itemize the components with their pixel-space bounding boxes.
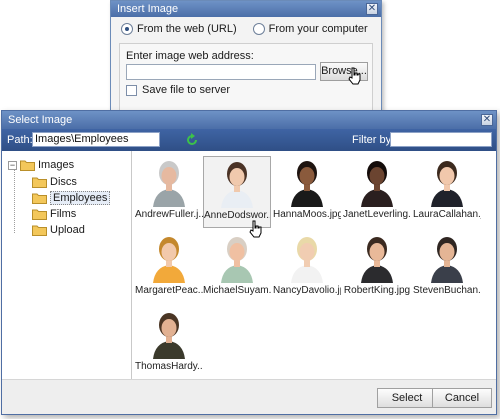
thumbnail-filename: LauraCallahan.j...	[413, 209, 481, 220]
radio-computer-label[interactable]: From your computer	[269, 23, 368, 35]
image-thumbnail[interactable]: AndrewFuller.j...	[135, 156, 203, 228]
radio-computer-button[interactable]	[252, 23, 265, 35]
folder-icon	[32, 177, 47, 188]
tree-label-films[interactable]: Films	[50, 208, 76, 220]
tree-label-discs[interactable]: Discs	[50, 176, 77, 188]
save-to-server-option[interactable]: Save file to server	[126, 84, 230, 96]
close-icon[interactable]: ✕	[481, 114, 493, 126]
radio-web-label[interactable]: From the web (URL)	[137, 23, 237, 35]
employee-photo	[221, 162, 253, 208]
collapse-icon[interactable]: −	[8, 160, 17, 170]
employee-photo	[291, 161, 323, 207]
employee-photo	[361, 237, 393, 283]
insert-image-titlebar[interactable]: Insert Image ✕	[111, 1, 381, 17]
radio-web-button[interactable]	[121, 23, 133, 35]
thumbnail-filename: NancyDavolio.jpg	[273, 285, 341, 296]
employee-photo	[291, 237, 323, 283]
radio-from-computer[interactable]: From your computer	[252, 23, 368, 35]
image-thumbnail[interactable]: MargaretPeac...	[135, 232, 203, 304]
image-thumbnail[interactable]: MichaelSuyam...	[203, 232, 271, 304]
tree-label-images[interactable]: Images	[38, 159, 74, 171]
tree-item-discs[interactable]: Discs	[32, 175, 77, 189]
thumbnail-filename: MichaelSuyam...	[203, 285, 271, 296]
address-input[interactable]	[126, 64, 316, 80]
employee-photo	[361, 161, 393, 207]
employee-photo	[431, 161, 463, 207]
path-label: Path:	[7, 134, 33, 146]
close-icon[interactable]: ✕	[366, 3, 378, 15]
select-image-dialog: Select Image ✕ Path: Images\Employees Fi…	[1, 110, 497, 415]
source-radio-group: From the web (URL) From your computer	[121, 23, 368, 35]
select-button[interactable]: Select	[377, 388, 437, 408]
image-thumbnail[interactable]: StevenBuchan...	[413, 232, 481, 304]
tree-connector	[14, 165, 24, 233]
employee-photo	[153, 313, 185, 359]
address-label: Enter image web address:	[126, 50, 254, 62]
tree-label-employees[interactable]: Employees	[50, 191, 111, 205]
save-to-server-checkbox[interactable]	[126, 84, 137, 96]
image-thumbnail[interactable]: LauraCallahan.j...	[413, 156, 481, 228]
select-image-title: Select Image	[8, 114, 73, 126]
cancel-button[interactable]: Cancel	[432, 388, 492, 408]
save-to-server-label[interactable]: Save file to server	[142, 84, 230, 96]
path-toolbar: Path: Images\Employees Filter by:	[2, 129, 496, 151]
image-thumbnail[interactable]: JanetLeverling...	[343, 156, 411, 228]
tree-item-films[interactable]: Films	[32, 207, 76, 221]
thumbnail-filename: JanetLeverling...	[343, 209, 411, 220]
dialog-footer: Select Cancel	[2, 379, 496, 414]
image-thumbnail[interactable]: HannaMoos.jpg	[273, 156, 341, 228]
hand-cursor-icon	[348, 67, 361, 85]
thumbnail-filename: ThomasHardy....	[135, 361, 203, 372]
tree-item-employees[interactable]: Employees	[32, 191, 111, 205]
image-thumbnail[interactable]: AnneDodswor...	[203, 156, 271, 228]
filter-input[interactable]	[390, 132, 492, 147]
folder-icon	[20, 160, 35, 171]
folder-icon	[32, 209, 47, 220]
thumbnail-grid: AndrewFuller.j... AnneDodswor... HannaMoos…	[133, 151, 496, 379]
insert-image-dialog: Insert Image ✕ From the web (URL) From y…	[110, 0, 382, 118]
thumbnail-filename: AndrewFuller.j...	[135, 209, 203, 220]
employee-photo	[153, 161, 185, 207]
image-thumbnail[interactable]: ThomasHardy....	[135, 308, 203, 380]
insert-image-title: Insert Image	[117, 3, 179, 15]
image-thumbnail[interactable]: RobertKing.jpg	[343, 232, 411, 304]
select-image-titlebar[interactable]: Select Image ✕	[2, 111, 496, 129]
hand-cursor-icon	[249, 220, 262, 238]
thumbnail-filename: RobertKing.jpg	[343, 285, 411, 296]
tree-item-images[interactable]: − Images	[8, 158, 74, 172]
radio-from-web[interactable]: From the web (URL)	[121, 23, 237, 35]
thumbnail-filename: HannaMoos.jpg	[273, 209, 341, 220]
folder-icon	[32, 193, 47, 204]
folder-tree: − Images Discs Employees Films Upload	[2, 151, 132, 379]
url-panel: Enter image web address: Browse... Save …	[119, 43, 373, 113]
tree-label-upload[interactable]: Upload	[50, 224, 85, 236]
image-thumbnail[interactable]: NancyDavolio.jpg	[273, 232, 341, 304]
thumbnail-filename: StevenBuchan...	[413, 285, 481, 296]
employee-photo	[153, 237, 185, 283]
thumbnail-filename: MargaretPeac...	[135, 285, 203, 296]
employee-photo	[221, 237, 253, 283]
filter-label: Filter by:	[352, 134, 395, 146]
path-input[interactable]: Images\Employees	[32, 132, 160, 147]
employee-photo	[431, 237, 463, 283]
folder-icon	[32, 225, 47, 236]
refresh-icon[interactable]	[185, 133, 199, 147]
tree-item-upload[interactable]: Upload	[32, 223, 85, 237]
